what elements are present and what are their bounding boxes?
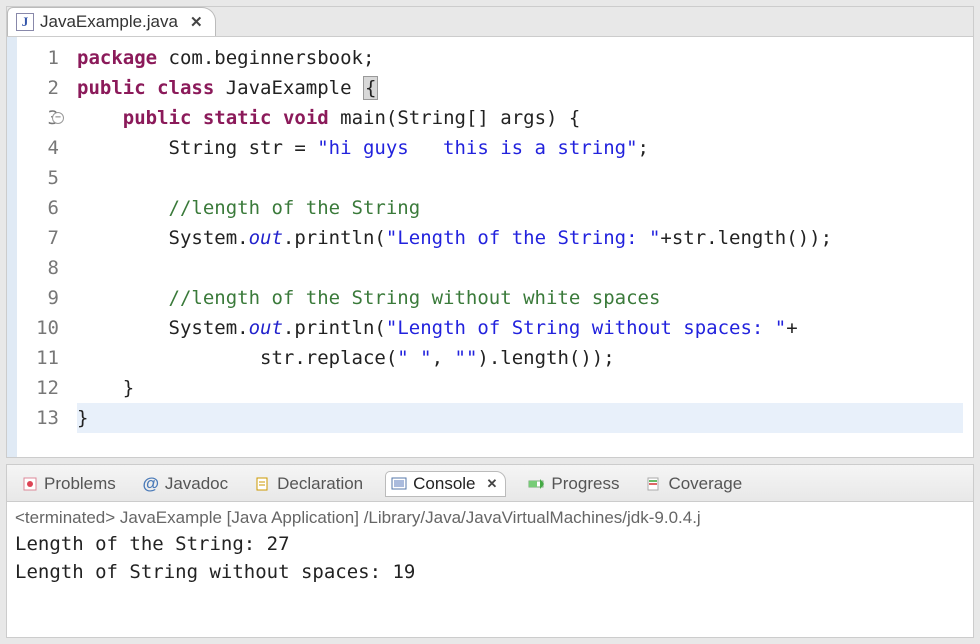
console-output-line: Length of the String: 27 [15,530,965,558]
line-number: 6 [17,193,59,223]
tab-title: JavaExample.java [40,12,178,32]
javadoc-icon: @ [142,475,160,493]
tab-javadoc[interactable]: @ Javadoc [138,472,232,496]
tab-progress[interactable]: Progress [524,472,623,496]
close-icon[interactable]: ✕ [190,13,203,31]
line-number: 9 [17,283,59,313]
line-number: 11 [17,343,59,373]
line-number: 3− [17,103,59,133]
editor-tab-bar: J JavaExample.java ✕ [7,7,973,37]
line-number: 8 [17,253,59,283]
tab-console[interactable]: Console ✕ [385,471,506,497]
console-content[interactable]: <terminated> JavaExample [Java Applicati… [7,502,973,590]
line-number: 5 [17,163,59,193]
console-output-line: Length of String without spaces: 19 [15,558,965,586]
bottom-tab-bar: Problems @ Javadoc Declaration Console ✕… [7,465,973,502]
fold-icon[interactable]: − [52,112,64,124]
tab-declaration[interactable]: Declaration [250,472,367,496]
line-number: 7 [17,223,59,253]
line-number: 1 [17,43,59,73]
line-number-gutter: 1 2 3− 4 5 6 7 8 9 10 11 12 13 [7,37,67,457]
java-file-icon: J [16,13,34,31]
editor-tab[interactable]: J JavaExample.java ✕ [7,7,216,36]
problems-icon [21,475,39,493]
tab-problems[interactable]: Problems [17,472,120,496]
line-number: 10 [17,313,59,343]
declaration-icon [254,475,272,493]
coverage-icon [645,475,663,493]
line-number: 2 [17,73,59,103]
tab-coverage[interactable]: Coverage [641,472,746,496]
progress-icon [528,475,546,493]
close-icon[interactable]: ✕ [487,476,498,492]
line-number: 13 [17,403,59,433]
terminated-status: <terminated> JavaExample [Java Applicati… [15,506,965,530]
line-number: 12 [17,373,59,403]
code-editor[interactable]: package com.beginnersbook; public class … [67,37,973,457]
console-icon [390,475,408,493]
editor-panel: J JavaExample.java ✕ 1 2 3− 4 5 6 7 8 9 … [6,6,974,458]
line-number: 4 [17,133,59,163]
code-area[interactable]: 1 2 3− 4 5 6 7 8 9 10 11 12 13 package c… [7,37,973,457]
bottom-panel: Problems @ Javadoc Declaration Console ✕… [6,464,974,638]
